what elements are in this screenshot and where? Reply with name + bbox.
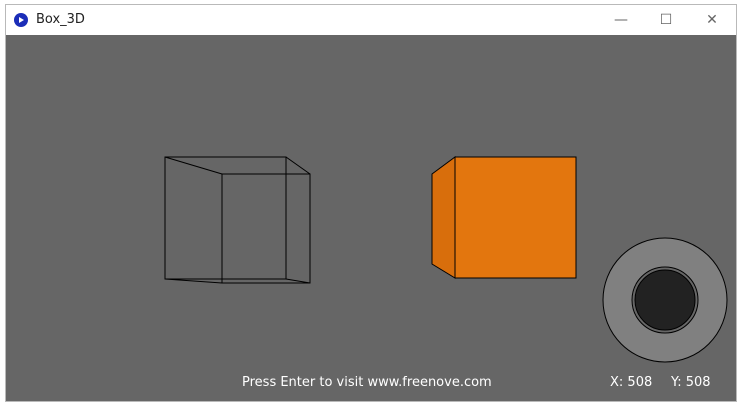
minimize-button[interactable]: — [598,5,644,35]
wireframe-box-edge [164,156,223,175]
maximize-button[interactable]: ☐ [643,5,689,35]
title-bar[interactable]: Box_3D — ☐ ✕ [6,5,736,35]
solid-box-front-face [454,156,577,279]
close-button[interactable]: ✕ [689,5,735,35]
visit-hint-text: Press Enter to visit www.freenove.com [242,375,492,390]
x-readout: X: 508 [610,375,653,390]
app-window: Box_3D — ☐ ✕ Press Enter to visit www.fr… [5,4,737,402]
solid-box-side-face [431,156,456,279]
wireframe-box-edge [164,278,223,284]
app-icon [14,13,28,27]
wireframe-box-front-face [221,173,311,284]
solid-box [431,156,577,279]
wireframe-box-edge [285,156,311,175]
scene-drawing [164,156,728,363]
y-readout: Y: 508 [671,375,711,390]
wireframe-box [164,156,311,284]
joystick-control[interactable] [602,237,728,363]
wireframe-box-back-face [164,156,287,280]
joystick-knob[interactable] [634,269,696,331]
sketch-canvas[interactable]: Press Enter to visit www.freenove.com X:… [6,35,736,401]
window-title: Box_3D [36,12,85,27]
wireframe-box-edge [285,278,311,284]
